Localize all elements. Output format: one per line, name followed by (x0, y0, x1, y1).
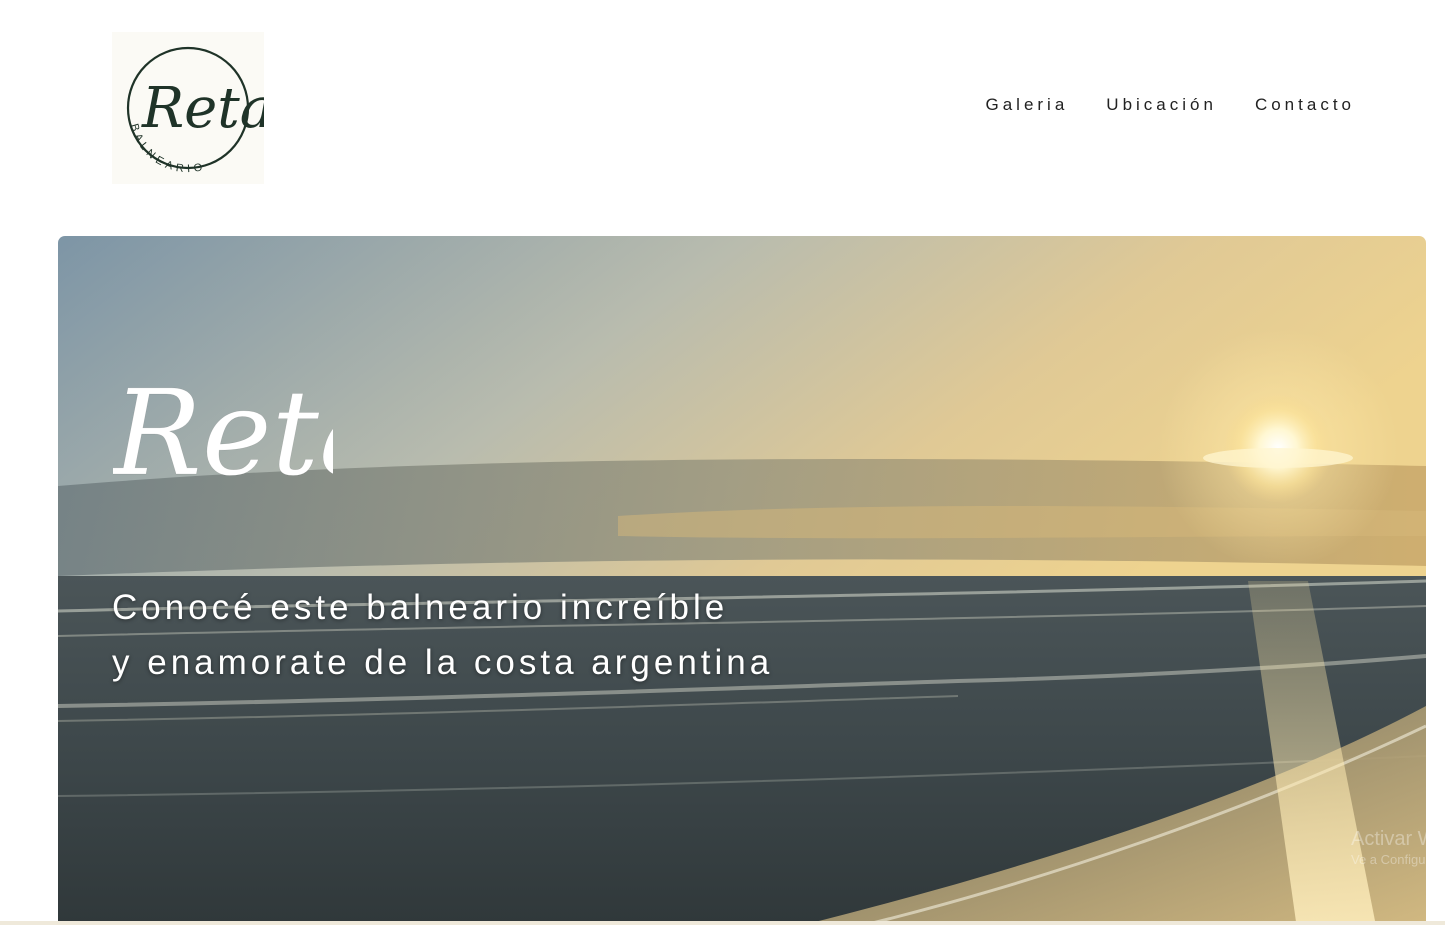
brand-logo[interactable]: Reta BALNEARIO (112, 32, 264, 184)
watermark-line-2: Ve a Configura (1351, 852, 1438, 867)
hero-tagline-line-1: Conocé este balneario increíble (112, 588, 729, 627)
page: Reta BALNEARIO Galeria Ubicación Contact… (0, 0, 1445, 925)
main-nav: Galeria Ubicación Contacto (947, 95, 1355, 115)
page-bottom-divider (0, 921, 1445, 925)
logo-script-text: Reta (141, 76, 264, 141)
hero-banner: Reta Conocé este balneario increíble y e… (58, 236, 1426, 925)
hero-script-text: Reta (113, 364, 333, 502)
os-activation-watermark: Activar Win Ve a Configura (1351, 827, 1445, 869)
hero-tagline-line-2: y enamorate de la costa argentina (112, 643, 774, 682)
hero-tagline: Conocé este balneario increíble y enamor… (112, 580, 773, 690)
hero-script-title: Reta (113, 364, 333, 503)
watermark-line-1: Activar Win (1351, 828, 1445, 850)
logo-emblem-icon: Reta BALNEARIO (126, 46, 264, 175)
nav-link-contacto[interactable]: Contacto (1255, 95, 1355, 115)
nav-link-galeria[interactable]: Galeria (985, 95, 1068, 115)
nav-link-ubicacion[interactable]: Ubicación (1106, 95, 1217, 115)
